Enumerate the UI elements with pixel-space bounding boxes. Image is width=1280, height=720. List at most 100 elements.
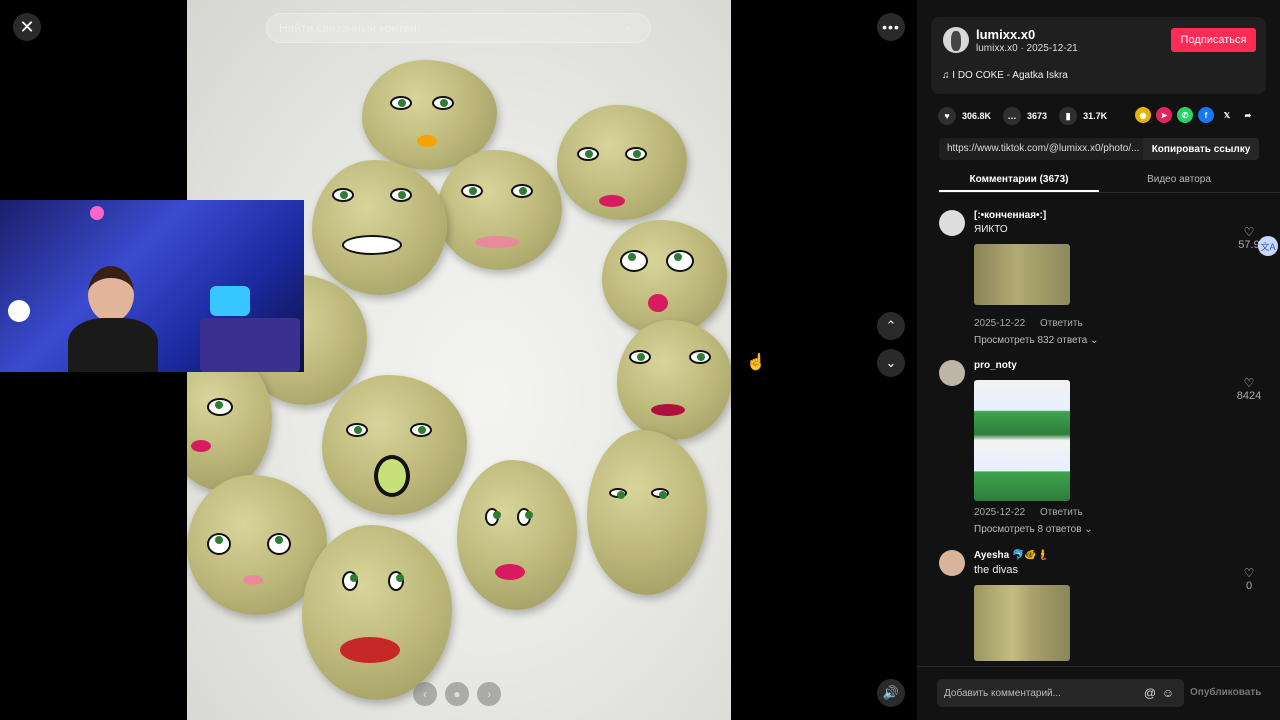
lips <box>243 575 263 585</box>
lips <box>417 135 437 147</box>
x-icon[interactable]: 𝕏 <box>1219 107 1235 123</box>
comment-input[interactable]: Добавить комментарий... @ ☺ <box>937 679 1184 707</box>
eye <box>390 96 412 110</box>
comment-meta: 2025-12-22 Ответить <box>974 507 1095 518</box>
close-button[interactable]: ✕ <box>13 13 41 41</box>
reply-button[interactable]: Ответить <box>1040 507 1083 518</box>
eye <box>620 250 648 272</box>
search-icon[interactable]: ⌕ <box>618 20 638 36</box>
view-replies-button[interactable]: Просмотреть 8 ответов ⌄ <box>974 524 1093 535</box>
lips <box>475 236 519 248</box>
save-stat[interactable]: ▮ 31.7K <box>1059 107 1107 125</box>
mention-icon[interactable]: @ <box>1141 686 1159 700</box>
chevron-up-icon: ⌃ <box>885 318 897 333</box>
heart-icon: ♥ <box>938 107 956 125</box>
previous-post-button[interactable]: ⌃ <box>877 312 905 340</box>
publish-button[interactable]: Опубликовать <box>1190 687 1261 698</box>
eye <box>666 250 694 272</box>
share-arrow-icon[interactable]: ➦ <box>1240 107 1256 123</box>
commenter-name[interactable]: [:•кончeнная•:] <box>974 210 1046 221</box>
eye <box>651 488 669 499</box>
author-avatar[interactable] <box>943 27 969 53</box>
tab-author-videos[interactable]: Видео автора <box>1099 168 1259 192</box>
tiktok-photo-viewer: ✕ Найти связанный контент ⌕ ••• ⌃ ⌄ 🔊 ‹ … <box>0 0 1280 720</box>
comment-item: pro_noty 2025-12-22 Ответить Просмотреть… <box>939 360 1269 540</box>
related-search-input[interactable]: Найти связанный контент ⌕ <box>266 13 651 43</box>
close-icon: ✕ <box>19 16 35 37</box>
chevron-left-icon: ‹ <box>423 687 427 701</box>
carousel-prev-button[interactable]: ‹ <box>413 682 437 706</box>
lips <box>648 294 668 312</box>
eye <box>511 184 533 198</box>
author-name[interactable]: lumixx.x0 <box>976 27 1035 42</box>
eye <box>577 147 599 161</box>
like-stat[interactable]: ♥ 306.8K <box>938 107 991 125</box>
commenter-avatar[interactable] <box>939 210 965 236</box>
reply-button[interactable]: Ответить <box>1040 318 1083 329</box>
tab-comments[interactable]: Комментарии (3673) <box>939 168 1099 192</box>
eye <box>342 571 358 591</box>
comment-like[interactable]: ♡ 8424 <box>1229 376 1269 402</box>
dumpling <box>587 430 707 595</box>
eye <box>332 188 354 202</box>
commenter-name[interactable]: Ayesha 🐬🐠🧜 <box>974 550 1049 561</box>
dumpling <box>457 460 577 610</box>
coin-icon[interactable]: ◉ <box>1135 107 1151 123</box>
dot-icon: ● <box>453 687 461 701</box>
comment-image[interactable] <box>974 244 1070 305</box>
eye <box>267 533 291 555</box>
decor-light <box>90 206 104 220</box>
media-viewer: ✕ Найти связанный контент ⌕ ••• ⌃ ⌄ 🔊 ‹ … <box>0 0 917 720</box>
dumpling <box>602 220 727 335</box>
dumpling <box>617 320 731 440</box>
more-options-button[interactable]: ••• <box>877 13 905 41</box>
comment-meta: 2025-12-22 Ответить <box>974 318 1095 329</box>
emoji-icon[interactable]: ☺ <box>1159 686 1177 700</box>
details-panel: lumixx.x0 lumixx.x0 · 2025-12-21 Подписа… <box>917 0 1280 720</box>
share-buttons: ◉ ➤ ✆ f 𝕏 ➦ <box>1135 107 1256 123</box>
comment-like[interactable]: ♡ 0 <box>1229 566 1269 592</box>
dumpling <box>437 150 562 270</box>
translate-extension-icon[interactable]: 文A <box>1258 236 1278 256</box>
eye <box>629 350 651 364</box>
whatsapp-icon[interactable]: ✆ <box>1177 107 1193 123</box>
dumpling <box>302 525 452 700</box>
lips <box>495 564 525 580</box>
eye <box>207 398 233 416</box>
carousel-next-button[interactable]: › <box>477 682 501 706</box>
telegram-icon[interactable]: ➤ <box>1156 107 1172 123</box>
engagement-stats: ♥ 306.8K … 3673 ▮ 31.7K <box>938 107 1119 125</box>
comment-date: 2025-12-22 <box>974 318 1026 329</box>
next-post-button[interactable]: ⌄ <box>877 349 905 377</box>
decor-light <box>210 286 250 316</box>
post-link[interactable]: https://www.tiktok.com/@lumixx.x0/photo/… <box>939 138 1143 160</box>
comment-list: [:•кончeнная•:] ЯИКТО 2025-12-22 Ответит… <box>917 196 1280 666</box>
comment-date: 2025-12-22 <box>974 507 1026 518</box>
view-replies-button[interactable]: Просмотреть 832 ответа ⌄ <box>974 335 1098 346</box>
comment-icon: … <box>1003 107 1022 125</box>
eye <box>346 423 368 437</box>
volume-button[interactable]: 🔊 <box>877 679 905 707</box>
post-link-row: https://www.tiktok.com/@lumixx.x0/photo/… <box>939 138 1259 160</box>
comment-stat[interactable]: … 3673 <box>1003 107 1047 125</box>
commenter-avatar[interactable] <box>939 550 965 576</box>
comment-image[interactable] <box>974 380 1070 501</box>
chevron-down-icon: ⌄ <box>885 355 897 370</box>
comment-like-count: 0 <box>1245 580 1253 592</box>
eye <box>410 423 432 437</box>
comment-text: the divas <box>974 564 1019 576</box>
eye <box>390 188 412 202</box>
copy-link-button[interactable]: Копировать ссылку <box>1143 138 1259 160</box>
carousel-dot[interactable]: ● <box>445 682 469 706</box>
commenter-name[interactable]: pro_noty <box>974 360 1017 371</box>
facebook-icon[interactable]: f <box>1198 107 1214 123</box>
streamer <box>68 266 158 372</box>
comment-input-placeholder: Добавить комментарий... <box>944 687 1061 699</box>
commenter-avatar[interactable] <box>939 360 965 386</box>
music-link[interactable]: ♫ I DO COKE - Agatka Iskra <box>942 70 1068 81</box>
comment-image[interactable] <box>974 585 1070 661</box>
bookmark-icon: ▮ <box>1059 107 1078 125</box>
subscribe-button[interactable]: Подписаться <box>1171 28 1256 52</box>
dumpling <box>312 160 447 295</box>
chevron-right-icon: › <box>487 687 491 701</box>
